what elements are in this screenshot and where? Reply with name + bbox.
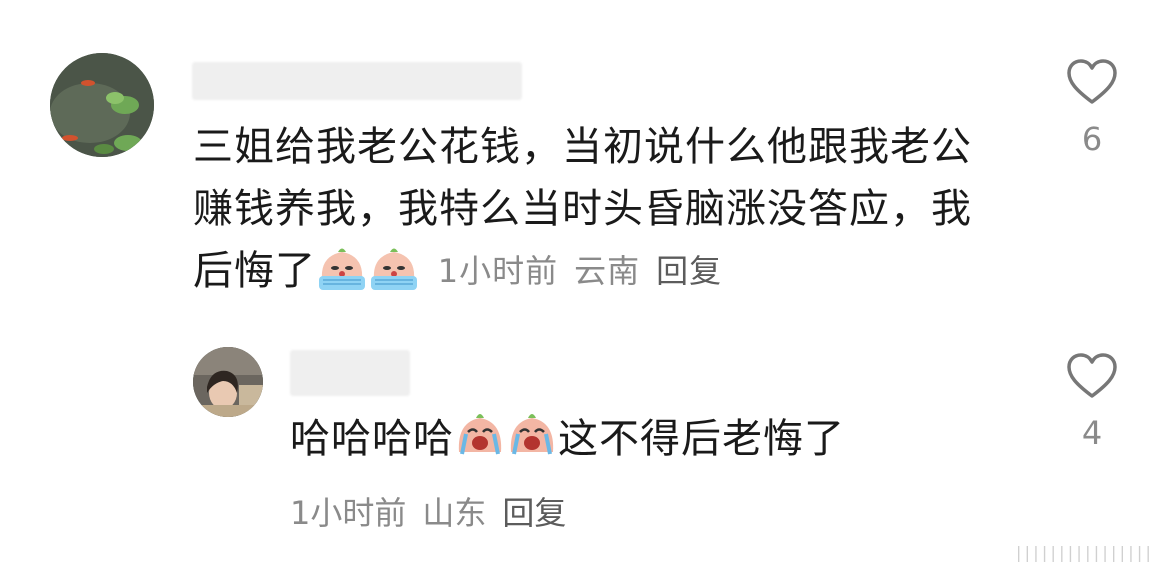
comment-text-part: 哈哈哈哈 bbox=[290, 416, 454, 462]
timestamp: 1小时前 bbox=[437, 252, 559, 290]
watermark: |||||||||||||||| bbox=[1013, 543, 1153, 562]
comment-line: 三姐给我老公花钱，当初说什么他跟我老公 bbox=[193, 124, 972, 170]
like-count: 4 bbox=[1081, 414, 1103, 452]
heart-icon bbox=[1067, 353, 1117, 398]
like-count: 6 bbox=[1081, 120, 1103, 158]
location: 山东 bbox=[422, 494, 487, 532]
comment-line: 后悔了 1小时前 云南 回复 bbox=[193, 240, 1033, 310]
heart-icon bbox=[1067, 59, 1117, 104]
like-button[interactable]: 4 bbox=[1062, 352, 1122, 452]
comment-text: 哈哈哈哈 这不得后老悔了 bbox=[290, 408, 1050, 478]
avatar[interactable] bbox=[50, 53, 154, 157]
cry-emoji bbox=[368, 246, 420, 310]
username-redacted[interactable] bbox=[192, 62, 522, 100]
reply-button[interactable]: 回复 bbox=[656, 240, 722, 302]
comment-meta: 1小时前 山东 回复 bbox=[290, 488, 566, 534]
avatar[interactable] bbox=[193, 347, 263, 417]
comment-text: 三姐给我老公花钱，当初说什么他跟我老公 赚钱养我，我特么当时头昏脑涨没答应，我 … bbox=[193, 116, 1033, 310]
comment-meta: 1小时前 云南 回复 bbox=[438, 240, 722, 302]
laugh-cry-emoji bbox=[506, 410, 558, 478]
timestamp: 1小时前 bbox=[290, 494, 407, 532]
location: 云南 bbox=[574, 252, 641, 290]
like-button[interactable]: 6 bbox=[1062, 58, 1122, 158]
comment-text-part: 这不得后老悔了 bbox=[558, 416, 845, 462]
reply-button[interactable]: 回复 bbox=[502, 488, 566, 534]
comment-line-text: 后悔了 bbox=[193, 248, 316, 294]
laugh-cry-emoji bbox=[454, 410, 506, 478]
comment-line: 赚钱养我，我特么当时头昏脑涨没答应，我 bbox=[193, 186, 972, 232]
username-redacted[interactable] bbox=[290, 350, 410, 396]
cry-emoji bbox=[316, 246, 368, 310]
